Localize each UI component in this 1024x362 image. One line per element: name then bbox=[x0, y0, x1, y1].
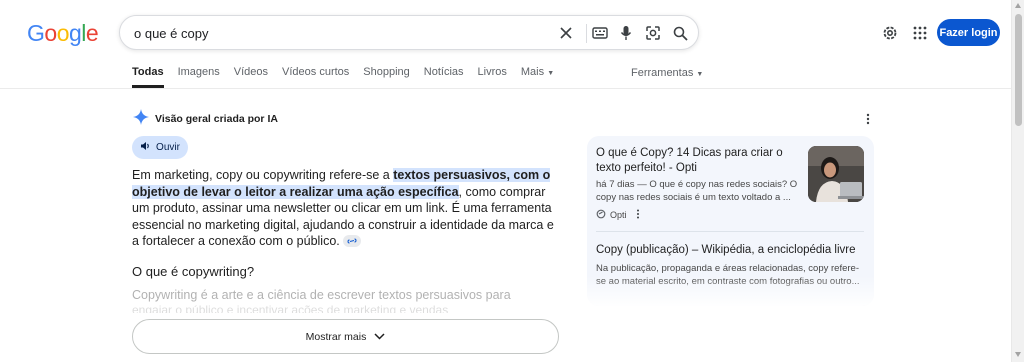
apps-icon[interactable] bbox=[912, 25, 928, 41]
tab-shopping[interactable]: Shopping bbox=[363, 66, 410, 88]
source-title[interactable]: O que é Copy? 14 Dicas para criar o text… bbox=[596, 146, 806, 176]
scrollbar[interactable] bbox=[1011, 0, 1024, 362]
show-more-button[interactable]: Mostrar mais bbox=[132, 319, 559, 354]
gear-icon[interactable] bbox=[881, 24, 899, 42]
listen-label: Ouvir bbox=[156, 142, 180, 153]
tab-videos[interactable]: Vídeos bbox=[234, 66, 268, 88]
caret-down-icon: ▼ bbox=[696, 71, 704, 78]
listen-button[interactable]: Ouvir bbox=[132, 136, 188, 159]
tab-noticias[interactable]: Notícias bbox=[424, 66, 464, 88]
more-options-icon[interactable] bbox=[636, 209, 640, 221]
lens-icon[interactable] bbox=[644, 24, 662, 42]
logo-letter: G bbox=[27, 20, 45, 46]
show-more-label: Mostrar mais bbox=[305, 330, 367, 343]
ai-overview-header: Visão geral criada por IA bbox=[133, 109, 278, 128]
scroll-up-arrow-icon[interactable] bbox=[1015, 3, 1021, 8]
tab-videos-curtos[interactable]: Vídeos curtos bbox=[282, 66, 349, 88]
tab-mais-label: Mais bbox=[520, 66, 545, 78]
header-divider bbox=[0, 88, 1011, 89]
card-fade-overlay bbox=[587, 276, 874, 306]
faded-paragraph: Copywriting é a arte e a ciência de escr… bbox=[132, 288, 511, 302]
keyboard-icon[interactable] bbox=[591, 24, 609, 42]
caret-down-icon: ▼ bbox=[547, 70, 555, 77]
card-divider bbox=[596, 231, 864, 232]
ai-text-before: Em marketing, copy ou copywriting refere… bbox=[132, 168, 394, 182]
logo-letter: o bbox=[44, 20, 57, 46]
search-input[interactable]: o que é copy bbox=[134, 26, 208, 41]
close-icon[interactable] bbox=[557, 24, 575, 42]
source-thumbnail[interactable] bbox=[808, 146, 864, 202]
site-name: Opti bbox=[610, 210, 627, 220]
mic-icon[interactable] bbox=[617, 24, 635, 42]
faded-paragraph-2: engajar o público e incentivar ações de … bbox=[132, 303, 449, 313]
logo-letter: e bbox=[85, 20, 99, 46]
google-logo[interactable]: Google bbox=[27, 20, 99, 47]
source-title[interactable]: Copy (publicação) – Wikipédia, a enciclo… bbox=[596, 244, 856, 256]
search-tabs: Todas Imagens Vídeos Vídeos curtos Shopp… bbox=[132, 66, 568, 88]
ai-overview-text: Em marketing, copy ou copywriting refere… bbox=[132, 167, 562, 250]
tab-todas[interactable]: Todas bbox=[132, 66, 164, 88]
ai-overview-title: Visão geral criada por IA bbox=[155, 112, 278, 125]
scroll-down-arrow-icon[interactable] bbox=[1015, 352, 1021, 357]
tab-imagens[interactable]: Imagens bbox=[178, 66, 220, 88]
scrollbar-thumb[interactable] bbox=[1015, 14, 1022, 126]
section-heading: O que é copywriting? bbox=[132, 264, 255, 279]
sparkle-icon bbox=[133, 109, 149, 128]
tools-label: Ferramentas bbox=[631, 67, 694, 79]
search-box[interactable]: o que é copy bbox=[119, 15, 699, 50]
tab-livros[interactable]: Livros bbox=[478, 66, 507, 88]
speaker-icon bbox=[140, 141, 151, 154]
source-cards: O que é Copy? 14 Dicas para criar o text… bbox=[587, 136, 874, 306]
tools-menu[interactable]: Ferramentas ▼ bbox=[631, 67, 703, 79]
more-options-icon[interactable] bbox=[865, 112, 871, 125]
site-favicon-icon bbox=[596, 209, 606, 221]
source-site[interactable]: Opti bbox=[596, 209, 640, 221]
login-button[interactable]: Fazer login bbox=[937, 19, 1000, 46]
logo-letter: g bbox=[68, 20, 82, 46]
source-snippet: há 7 dias — O que é copy nas redes socia… bbox=[596, 179, 798, 203]
chevron-down-icon bbox=[374, 331, 385, 343]
search-divider bbox=[586, 24, 587, 43]
link-chip[interactable] bbox=[342, 235, 361, 247]
logo-letter: o bbox=[56, 20, 70, 46]
search-icon[interactable] bbox=[671, 24, 689, 42]
tab-mais[interactable]: Mais ▼ bbox=[521, 66, 554, 88]
